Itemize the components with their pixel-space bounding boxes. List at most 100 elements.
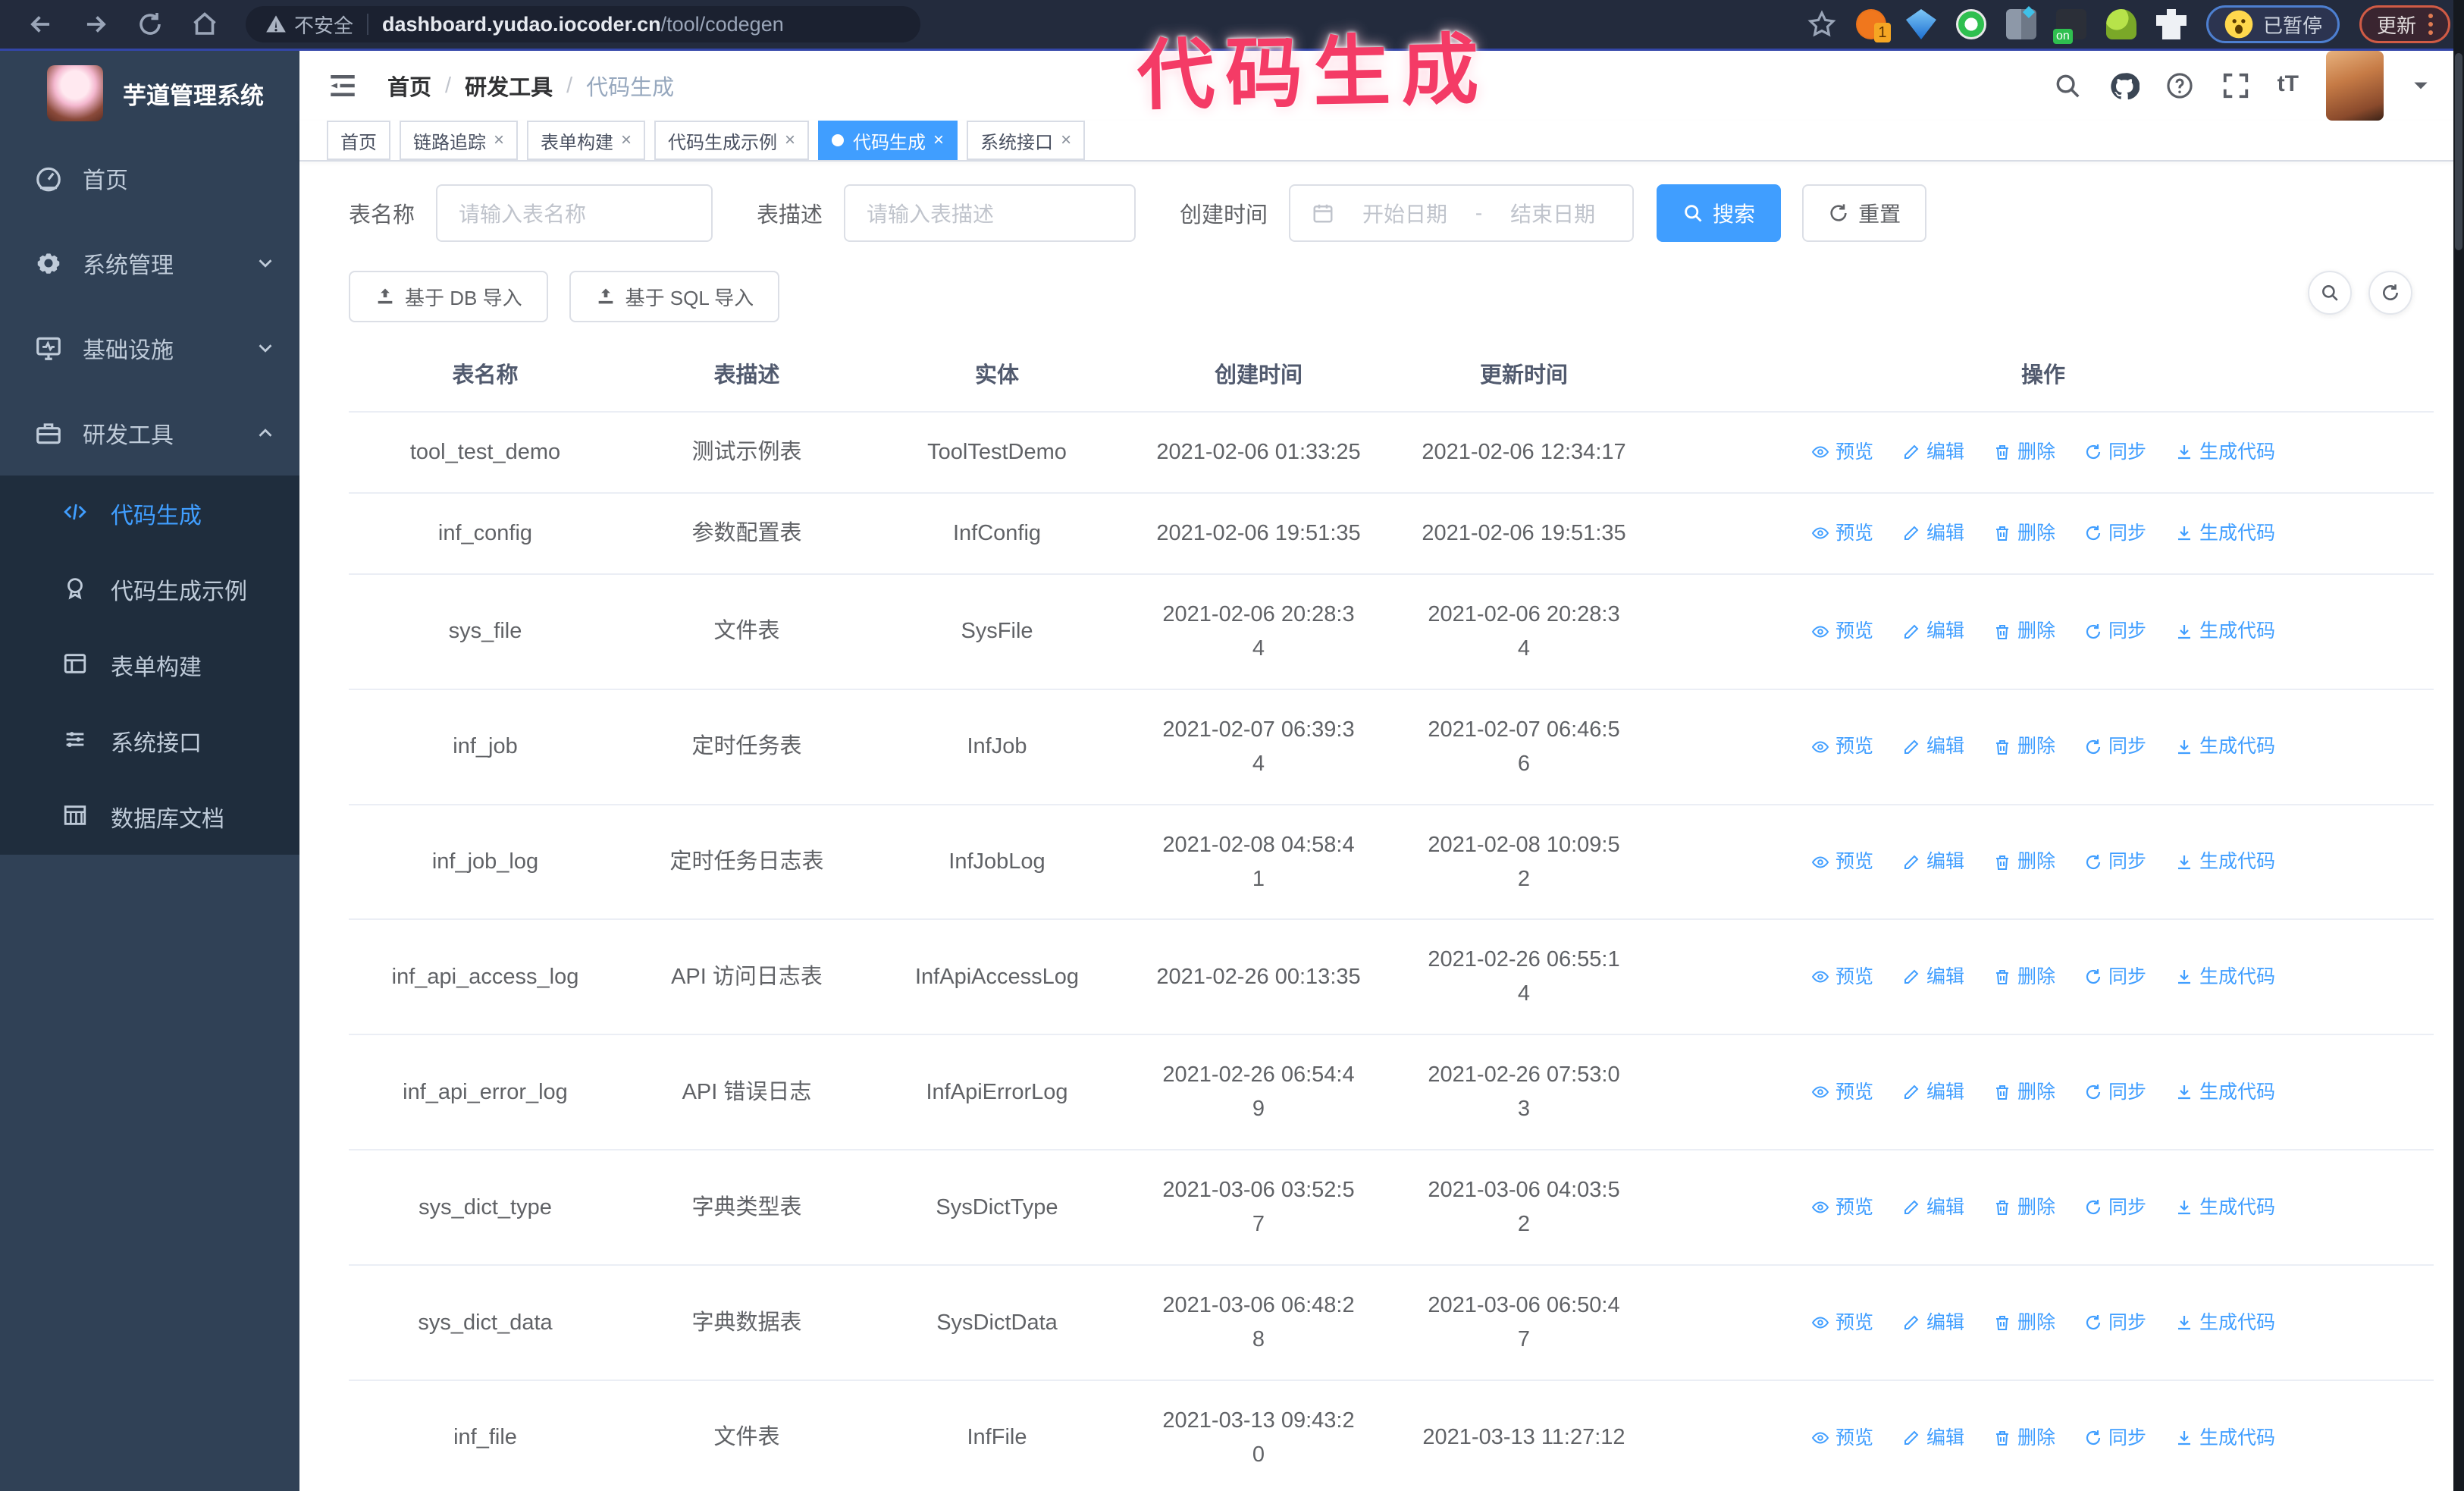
action-edit-link[interactable]: 编辑	[1902, 732, 1964, 761]
sidebar-logo[interactable]: 芋道管理系统	[0, 51, 299, 136]
search-button[interactable]: 搜索	[1657, 184, 1782, 242]
close-icon[interactable]: ×	[1061, 130, 1071, 151]
action-delete-link[interactable]: 删除	[1993, 1424, 2055, 1453]
browser-home-icon[interactable]	[188, 8, 221, 41]
fullscreen-icon[interactable]	[2221, 71, 2250, 100]
sidebar-item-2[interactable]: 基础设施	[0, 306, 299, 391]
tab-0[interactable]: 首页	[327, 121, 390, 160]
action-edit-link[interactable]: 编辑	[1902, 1424, 1964, 1453]
user-avatar[interactable]	[2326, 51, 2384, 121]
import-db-button[interactable]: 基于 DB 导入	[349, 271, 548, 322]
action-delete-link[interactable]: 删除	[1993, 1078, 2055, 1107]
action-generate-link[interactable]: 生成代码	[2175, 438, 2275, 467]
action-delete-link[interactable]: 删除	[1993, 732, 2055, 761]
action-delete-link[interactable]: 删除	[1993, 1193, 2055, 1223]
browser-reload-icon[interactable]	[133, 8, 167, 41]
action-preview-link[interactable]: 预览	[1811, 519, 1873, 548]
action-preview-link[interactable]: 预览	[1811, 732, 1873, 761]
date-range-picker[interactable]: 开始日期 - 结束日期	[1289, 184, 1635, 242]
font-size-icon[interactable]: tT	[2277, 71, 2299, 100]
action-delete-link[interactable]: 删除	[1993, 962, 2055, 992]
extensions-puzzle-icon[interactable]	[2155, 9, 2187, 39]
action-sync-link[interactable]: 同步	[2084, 847, 2146, 877]
action-sync-link[interactable]: 同步	[2084, 438, 2146, 467]
reset-button[interactable]: 重置	[1802, 184, 1927, 242]
close-icon[interactable]: ×	[621, 130, 632, 151]
action-generate-link[interactable]: 生成代码	[2175, 617, 2275, 646]
action-generate-link[interactable]: 生成代码	[2175, 1193, 2275, 1223]
action-delete-link[interactable]: 删除	[1993, 438, 2055, 467]
action-edit-link[interactable]: 编辑	[1902, 617, 1964, 646]
action-delete-link[interactable]: 删除	[1993, 519, 2055, 548]
chevron-down-icon[interactable]	[2411, 76, 2431, 96]
close-icon[interactable]: ×	[785, 130, 795, 151]
table-desc-input[interactable]: 请输入表描述	[844, 184, 1136, 242]
action-sync-link[interactable]: 同步	[2084, 1308, 2146, 1338]
browser-forward-icon[interactable]	[79, 8, 112, 41]
browser-update-button[interactable]: 更新	[2359, 5, 2450, 43]
action-preview-link[interactable]: 预览	[1811, 847, 1873, 877]
hamburger-icon[interactable]	[327, 70, 359, 102]
header-search-icon[interactable]	[2053, 71, 2082, 100]
action-sync-link[interactable]: 同步	[2084, 617, 2146, 646]
action-edit-link[interactable]: 编辑	[1902, 847, 1964, 877]
action-preview-link[interactable]: 预览	[1811, 1424, 1873, 1453]
sidebar-subitem-2[interactable]: 表单构建	[0, 627, 299, 703]
action-edit-link[interactable]: 编辑	[1902, 438, 1964, 467]
refresh-table-button[interactable]	[2368, 271, 2412, 315]
action-sync-link[interactable]: 同步	[2084, 519, 2146, 548]
action-sync-link[interactable]: 同步	[2084, 1078, 2146, 1107]
extension-check-icon[interactable]	[1955, 9, 1986, 39]
tab-5[interactable]: 系统接口 ×	[967, 121, 1086, 160]
action-delete-link[interactable]: 删除	[1993, 617, 2055, 646]
sidebar-item-0[interactable]: 首页	[0, 136, 299, 221]
action-delete-link[interactable]: 删除	[1993, 847, 2055, 877]
action-edit-link[interactable]: 编辑	[1902, 1308, 1964, 1338]
action-edit-link[interactable]: 编辑	[1902, 962, 1964, 992]
tab-3[interactable]: 代码生成示例 ×	[654, 121, 810, 160]
extension-ublock-icon[interactable]: 1	[1855, 9, 1891, 42]
action-delete-link[interactable]: 删除	[1993, 1308, 2055, 1338]
breadcrumb-tools[interactable]: 研发工具	[465, 70, 553, 102]
breadcrumb-home[interactable]: 首页	[387, 70, 431, 102]
action-generate-link[interactable]: 生成代码	[2175, 732, 2275, 761]
extension-gem-icon[interactable]	[1905, 9, 1936, 39]
action-preview-link[interactable]: 预览	[1811, 1308, 1873, 1338]
action-edit-link[interactable]: 编辑	[1902, 519, 1964, 548]
action-preview-link[interactable]: 预览	[1811, 1078, 1873, 1107]
github-icon[interactable]	[2109, 71, 2140, 100]
action-preview-link[interactable]: 预览	[1811, 617, 1873, 646]
action-sync-link[interactable]: 同步	[2084, 962, 2146, 992]
action-preview-link[interactable]: 预览	[1811, 962, 1873, 992]
bookmark-star-icon[interactable]	[1807, 10, 1836, 39]
close-icon[interactable]: ×	[933, 130, 944, 151]
sidebar-subitem-3[interactable]: 系统接口	[0, 703, 299, 779]
action-generate-link[interactable]: 生成代码	[2175, 1078, 2275, 1107]
sidebar-item-3[interactable]: 研发工具	[0, 391, 299, 476]
help-icon[interactable]	[2165, 71, 2194, 100]
browser-back-icon[interactable]	[24, 8, 58, 41]
browser-url-bar[interactable]: 不安全 dashboard.yudao.iocoder.cn/tool/code…	[246, 6, 920, 42]
import-sql-button[interactable]: 基于 SQL 导入	[569, 271, 780, 322]
action-generate-link[interactable]: 生成代码	[2175, 962, 2275, 992]
extension-key-icon[interactable]	[2105, 9, 2136, 39]
tab-4[interactable]: 代码生成 ×	[818, 121, 958, 160]
action-generate-link[interactable]: 生成代码	[2175, 1308, 2275, 1338]
browser-scrollbar[interactable]	[2453, 0, 2464, 1491]
extension-switch-icon[interactable]: on	[2052, 9, 2086, 44]
tab-2[interactable]: 表单构建 ×	[527, 121, 646, 160]
action-generate-link[interactable]: 生成代码	[2175, 1424, 2275, 1453]
sidebar-item-1[interactable]: 系统管理	[0, 221, 299, 306]
action-generate-link[interactable]: 生成代码	[2175, 847, 2275, 877]
action-sync-link[interactable]: 同步	[2084, 732, 2146, 761]
table-name-input[interactable]: 请输入表名称	[436, 184, 713, 242]
browser-menu-icon[interactable]	[2428, 14, 2433, 35]
close-icon[interactable]: ×	[494, 130, 504, 151]
action-generate-link[interactable]: 生成代码	[2175, 519, 2275, 548]
sidebar-subitem-1[interactable]: 代码生成示例	[0, 551, 299, 627]
sidebar-subitem-0[interactable]: 代码生成	[0, 476, 299, 551]
action-sync-link[interactable]: 同步	[2084, 1193, 2146, 1223]
action-preview-link[interactable]: 预览	[1811, 438, 1873, 467]
action-preview-link[interactable]: 预览	[1811, 1193, 1873, 1223]
extension-panel-icon[interactable]	[2005, 6, 2036, 39]
